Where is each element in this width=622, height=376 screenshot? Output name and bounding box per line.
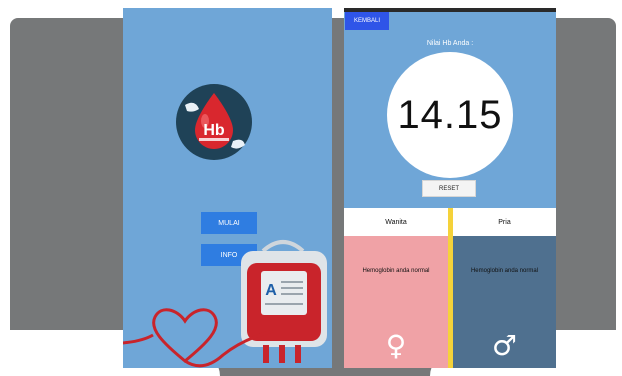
female-symbol-icon: ♀ xyxy=(385,329,407,362)
result-title: Nilai Hb Anda : xyxy=(426,40,474,47)
hb-logo: Hb xyxy=(176,84,252,160)
pria-panel: Hemoglobin anda normal ♂ xyxy=(453,236,556,368)
result-circle: 14.15 xyxy=(387,52,513,178)
tab-pria[interactable]: Pria xyxy=(453,208,556,236)
heart-tube-icon xyxy=(123,308,274,368)
hb-value: 14.15 xyxy=(397,92,503,137)
male-symbol-icon: ♂ xyxy=(491,329,518,362)
result-screen: KEMBALI Nilai Hb Anda : 14.15 RESET Wani… xyxy=(344,8,556,368)
wanita-panel: Hemoglobin anda normal ♀ xyxy=(344,236,448,368)
wanita-status: Hemoglobin anda normal xyxy=(362,268,430,274)
kembali-button[interactable]: KEMBALI xyxy=(345,12,389,30)
splash-screen: Hb MULAI INFO A xyxy=(123,8,332,368)
mulai-button[interactable]: MULAI xyxy=(201,212,257,234)
reset-button[interactable]: RESET xyxy=(422,180,476,197)
pria-status: Hemoglobin anda normal xyxy=(470,268,539,274)
gender-divider xyxy=(448,208,453,368)
tab-wanita[interactable]: Wanita xyxy=(344,208,448,236)
logo-text: Hb xyxy=(203,122,225,139)
